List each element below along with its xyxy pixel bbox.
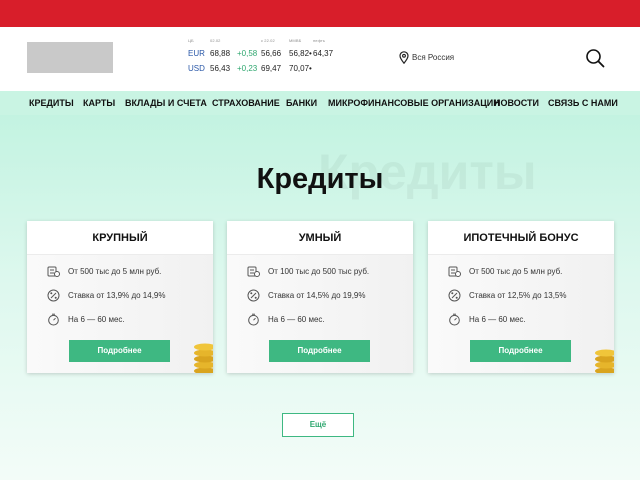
card-title: КРУПНЫЙ (27, 221, 213, 255)
rates-header-oil: нефть (313, 38, 326, 43)
rate-cb: 68,88 (210, 49, 231, 58)
card-rate: Ставка от 14,5% до 19,9% (247, 288, 366, 302)
card-amount: От 100 тыс до 500 тыс руб. (247, 264, 369, 278)
details-button[interactable]: Подробнее (69, 340, 170, 362)
logo[interactable] (27, 42, 113, 73)
rate-value-2: 70,07• (289, 64, 312, 73)
percent-icon (47, 289, 60, 301)
details-button[interactable]: Подробнее (470, 340, 571, 362)
rates-header-from: с 22.02 (261, 38, 275, 43)
rates-header-mmvb: ММВБ (289, 38, 302, 43)
rate-value-3: 64,37 (313, 49, 334, 58)
show-more-button[interactable]: Ещё (282, 413, 354, 437)
rate-marker: • (309, 64, 312, 73)
rate-value-2: 56,82• (289, 49, 312, 58)
loan-card-large: КРУПНЫЙ От 500 тыс до 5 млн руб. Ставка … (27, 221, 213, 373)
card-body: От 500 тыс до 5 млн руб. Ставка от 12,5%… (428, 255, 614, 373)
nav-item-deposits[interactable]: ВКЛАДЫ И СЧЕТА (125, 91, 207, 115)
rate-change: +0,58 (237, 49, 258, 58)
rate-row-usd: USD 56,43 +0,23 69,47 70,07• (187, 64, 347, 75)
nav-item-news[interactable]: НОВОСТИ (494, 91, 539, 115)
rate-value-1: 69,47 (261, 64, 282, 73)
nav-item-cards[interactable]: КАРТЫ (83, 91, 115, 115)
card-rate: Ставка от 13,9% до 14,9% (47, 288, 166, 302)
card-title: УМНЫЙ (227, 221, 413, 255)
percent-icon (247, 289, 260, 301)
currency-rates: ЦБ 02.02 с 22.02 ММВБ нефть EUR 68,88 +0… (187, 38, 347, 78)
main-content: Кредиты Кредиты КРУПНЫЙ От 500 тыс до 5 … (0, 115, 640, 480)
card-term: На 6 — 60 мес. (47, 312, 125, 326)
card-amount: От 500 тыс до 5 млн руб. (47, 264, 161, 278)
loan-card-mortgage-bonus: ИПОТЕЧНЫЙ БОНУС От 500 тыс до 5 млн руб.… (428, 221, 614, 373)
nav-item-credits[interactable]: КРЕДИТЫ (29, 91, 74, 115)
card-rate: Ставка от 12,5% до 13,5% (448, 288, 567, 302)
currency-code: USD (188, 64, 205, 73)
stopwatch-icon (248, 313, 259, 325)
card-body: От 100 тыс до 500 тыс руб. Ставка от 14,… (227, 255, 413, 373)
location-label: Вся Россия (412, 52, 455, 62)
card-term: На 6 — 60 мес. (247, 312, 325, 326)
nav-item-insurance[interactable]: СТРАХОВАНИЕ (212, 91, 280, 115)
nav-item-microfinance[interactable]: МИКРОФИНАНСОВЫЕ ОРГАНИЗАЦИИ (328, 91, 500, 115)
rate-value-1: 56,66 (261, 49, 282, 58)
location-selector[interactable]: Вся Россия (399, 49, 454, 65)
nav-item-contact[interactable]: СВЯЗЬ С НАМИ (548, 91, 618, 115)
nav-item-banks[interactable]: БАНКИ (286, 91, 317, 115)
rates-header-date: 02.02 (210, 38, 221, 43)
card-body: От 500 тыс до 5 млн руб. Ставка от 13,9%… (27, 255, 213, 373)
money-stack-icon (247, 266, 260, 277)
main-nav: КРЕДИТЫ КАРТЫ ВКЛАДЫ И СЧЕТА СТРАХОВАНИЕ… (0, 91, 640, 115)
header: ЦБ 02.02 с 22.02 ММВБ нефть EUR 68,88 +0… (0, 27, 640, 91)
location-pin-icon (399, 50, 409, 64)
loan-card-smart: УМНЫЙ От 100 тыс до 500 тыс руб. Ставка … (227, 221, 413, 373)
coins-icon (595, 349, 614, 373)
card-title: ИПОТЕЧНЫЙ БОНУС (428, 221, 614, 255)
rate-marker: • (309, 49, 312, 58)
rate-change: +0,23 (237, 64, 258, 73)
stopwatch-icon (449, 313, 460, 325)
currency-code: EUR (188, 49, 205, 58)
rates-header-cb: ЦБ (188, 38, 194, 43)
page-title: Кредиты (256, 163, 384, 195)
card-term: На 6 — 60 мес. (448, 312, 526, 326)
coins-icon (194, 343, 213, 373)
details-button[interactable]: Подробнее (269, 340, 370, 362)
money-stack-icon (47, 266, 60, 277)
top-red-bar (0, 0, 640, 27)
search-icon[interactable] (584, 47, 606, 69)
stopwatch-icon (48, 313, 59, 325)
percent-icon (448, 289, 461, 301)
card-amount: От 500 тыс до 5 млн руб. (448, 264, 562, 278)
money-stack-icon (448, 266, 461, 277)
rate-cb: 56,43 (210, 64, 231, 73)
rate-row-eur: EUR 68,88 +0,58 56,66 56,82• 64,37 (187, 49, 347, 60)
